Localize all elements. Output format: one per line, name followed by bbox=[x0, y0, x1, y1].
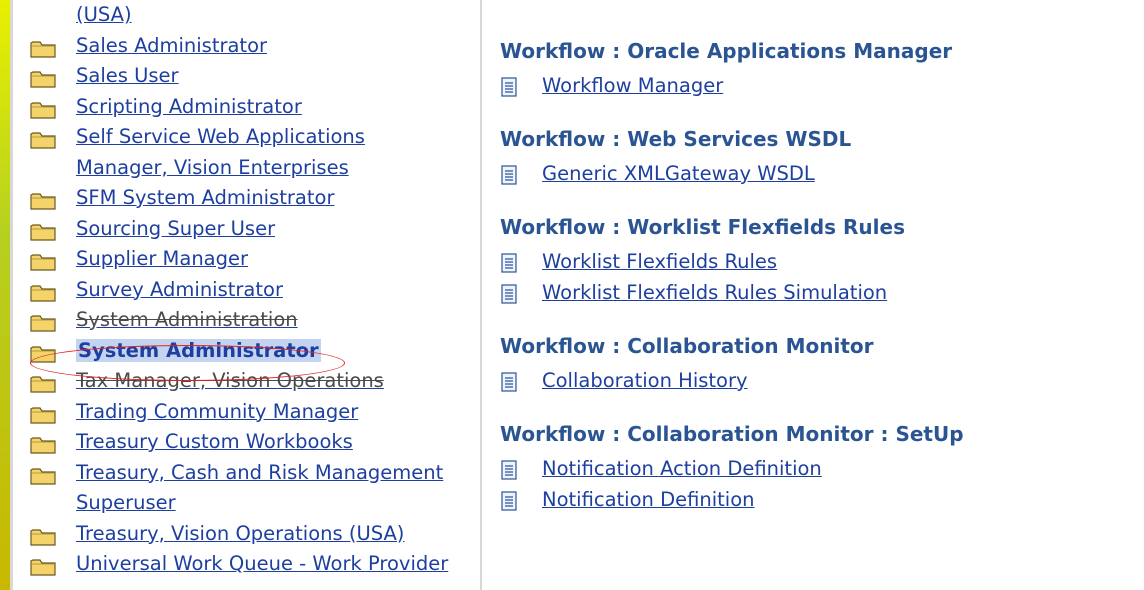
document-icon bbox=[501, 75, 517, 97]
responsibility-label: Self Service Web Applications bbox=[76, 125, 365, 148]
folder-icon bbox=[30, 555, 56, 576]
document-icon bbox=[501, 163, 517, 185]
responsibility-label: Superuser bbox=[76, 491, 176, 514]
folder-icon bbox=[30, 464, 56, 485]
document-icon bbox=[501, 458, 517, 480]
responsibility-item[interactable]: Sales Administrator bbox=[30, 31, 478, 62]
responsibility-item[interactable]: SFM System Administrator bbox=[30, 183, 478, 214]
function-section: Workflow : Collaboration Monitor Collabor… bbox=[500, 333, 1140, 396]
folder-icon bbox=[30, 189, 56, 210]
responsibility-item[interactable]: Treasury, Cash and Risk Management bbox=[30, 458, 478, 489]
function-link-label: Workflow Manager bbox=[542, 74, 724, 97]
responsibility-label: Trading Community Manager bbox=[76, 399, 359, 423]
responsibility-item[interactable]: Manager, Vision Enterprises bbox=[30, 153, 478, 184]
function-link[interactable]: Generic XMLGateway WSDL bbox=[500, 158, 1140, 189]
folder-icon bbox=[30, 37, 56, 58]
folder-icon bbox=[30, 220, 56, 241]
document-icon bbox=[501, 251, 517, 273]
function-link-label: Worklist Flexfields Rules Simulation bbox=[542, 281, 888, 304]
folder-icon bbox=[30, 433, 56, 454]
folder-icon bbox=[30, 67, 56, 88]
responsibility-item[interactable]: Tax Manager, Vision Operations bbox=[30, 366, 478, 397]
responsibility-item[interactable]: (USA) bbox=[30, 0, 478, 31]
function-section: Workflow : Collaboration Monitor : SetUp… bbox=[500, 421, 1140, 515]
responsibility-item[interactable]: Scripting Administrator bbox=[30, 92, 478, 123]
responsibility-label: Survey Administrator bbox=[76, 277, 283, 301]
folder-icon bbox=[30, 311, 56, 332]
function-link[interactable]: Collaboration History bbox=[500, 365, 1140, 396]
function-section: Workflow : Oracle Applications Manager Wo… bbox=[500, 38, 1140, 101]
responsibility-label: Treasury, Vision Operations (USA) bbox=[76, 521, 405, 545]
responsibility-item[interactable]: Supplier Manager bbox=[30, 244, 478, 275]
folder-icon bbox=[30, 372, 56, 393]
responsibility-item[interactable]: Sourcing Super User bbox=[30, 214, 478, 245]
function-link[interactable]: Notification Definition bbox=[500, 484, 1140, 515]
function-sections-panel: Workflow : Oracle Applications Manager Wo… bbox=[500, 38, 1140, 540]
responsibility-label: Tax Manager, Vision Operations bbox=[76, 369, 384, 392]
responsibility-label: System Administrator bbox=[76, 338, 321, 362]
folder-icon bbox=[30, 525, 56, 546]
document-icon bbox=[501, 282, 517, 304]
document-icon bbox=[501, 370, 517, 392]
folder-icon bbox=[30, 281, 56, 302]
function-link[interactable]: Workflow Manager bbox=[500, 70, 1140, 101]
responsibility-label: Supplier Manager bbox=[76, 247, 249, 270]
responsibility-label: Sourcing Super User bbox=[76, 216, 276, 240]
responsibility-item[interactable]: Superuser bbox=[30, 488, 478, 519]
function-link-label: Generic XMLGateway WSDL bbox=[542, 162, 815, 185]
function-section: Workflow : Worklist Flexfields Rules Work… bbox=[500, 214, 1140, 308]
folder-icon bbox=[30, 342, 56, 363]
responsibility-label: Universal Work Queue - Work Provider bbox=[76, 552, 449, 575]
responsibility-item[interactable]: Trading Community Manager bbox=[30, 397, 478, 428]
function-link[interactable]: Worklist Flexfields Rules bbox=[500, 246, 1140, 277]
frame-left-border bbox=[10, 0, 13, 590]
responsibility-item-selected[interactable]: System Administrator bbox=[30, 336, 478, 367]
section-heading: Workflow : Collaboration Monitor : SetUp bbox=[500, 422, 964, 446]
responsibility-item[interactable]: Universal Work Queue - Work Provider bbox=[30, 549, 478, 580]
function-section: Workflow : Web Services WSDL Generic XMLG… bbox=[500, 126, 1140, 189]
function-link-label: Notification Definition bbox=[542, 488, 755, 511]
responsibility-item[interactable]: Treasury Custom Workbooks bbox=[30, 427, 478, 458]
function-link-label: Notification Action Definition bbox=[542, 457, 822, 480]
responsibility-item[interactable]: Survey Administrator bbox=[30, 275, 478, 306]
responsibility-label: Manager, Vision Enterprises bbox=[76, 155, 349, 179]
folder-icon bbox=[30, 128, 56, 149]
responsibility-label: Sales Administrator bbox=[76, 33, 268, 57]
folder-icon bbox=[30, 98, 56, 119]
function-link[interactable]: Notification Action Definition bbox=[500, 453, 1140, 484]
function-link[interactable]: Worklist Flexfields Rules Simulation bbox=[500, 277, 1140, 308]
responsibility-label: System Administration bbox=[76, 308, 298, 331]
section-heading: Workflow : Collaboration Monitor bbox=[500, 334, 874, 358]
left-decorative-stripe bbox=[0, 0, 10, 590]
function-link-label: Collaboration History bbox=[542, 369, 748, 392]
function-link-label: Worklist Flexfields Rules bbox=[542, 250, 778, 273]
responsibility-item[interactable]: System Administration bbox=[30, 305, 478, 336]
responsibility-label: Scripting Administrator bbox=[76, 94, 302, 118]
section-heading: Workflow : Web Services WSDL bbox=[500, 127, 852, 151]
responsibility-label: (USA) bbox=[76, 3, 132, 26]
folder-icon bbox=[30, 250, 56, 271]
section-heading: Workflow : Worklist Flexfields Rules bbox=[500, 215, 905, 239]
responsibility-label: SFM System Administrator bbox=[76, 186, 335, 209]
responsibility-item[interactable]: Sales User bbox=[30, 61, 478, 92]
responsibility-item[interactable]: Treasury, Vision Operations (USA) bbox=[30, 519, 478, 550]
responsibility-list-panel: (USA) Sales Administrator Sales User Script… bbox=[30, 0, 478, 590]
column-divider bbox=[480, 0, 482, 590]
section-heading: Workflow : Oracle Applications Manager bbox=[500, 39, 953, 63]
document-icon bbox=[501, 489, 517, 511]
responsibility-label: Treasury Custom Workbooks bbox=[76, 430, 353, 453]
responsibility-item[interactable]: Self Service Web Applications bbox=[30, 122, 478, 153]
folder-icon bbox=[30, 403, 56, 424]
responsibility-label: Sales User bbox=[76, 64, 179, 87]
responsibility-label: Treasury, Cash and Risk Management bbox=[76, 460, 444, 484]
responsibility-list: (USA) Sales Administrator Sales User Script… bbox=[30, 0, 478, 580]
